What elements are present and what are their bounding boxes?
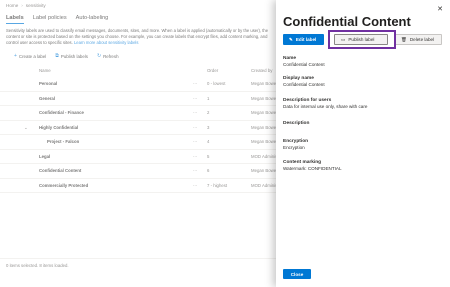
edit-label-text: Edit label bbox=[295, 37, 317, 42]
trash-icon: 🗑 bbox=[401, 36, 407, 42]
field-value: Encryption bbox=[283, 145, 305, 150]
field-value: Data for internal use only, share with c… bbox=[283, 104, 368, 109]
close-button[interactable]: Close bbox=[283, 269, 311, 279]
field-value: Confidential Content bbox=[283, 62, 325, 67]
field-value: Watermark: CONFIDENTIAL bbox=[283, 166, 342, 171]
field-value: Confidential Content bbox=[283, 82, 325, 87]
field-label: Description bbox=[283, 121, 310, 126]
field-encryption: Encryption Encryption bbox=[283, 139, 443, 151]
delete-label-button[interactable]: 🗑 Delete label bbox=[394, 34, 442, 45]
publish-highlight-box bbox=[328, 30, 396, 49]
delete-label-text: Delete label bbox=[409, 37, 435, 42]
pencil-icon: ✎ bbox=[289, 36, 293, 42]
field-display-name: Display name Confidential Content bbox=[283, 76, 443, 88]
field-content-marking: Content marking Watermark: CONFIDENTIAL bbox=[283, 160, 443, 172]
edit-label-button[interactable]: ✎ Edit label bbox=[283, 34, 324, 45]
panel-title: Confidential Content bbox=[283, 14, 411, 29]
close-icon[interactable]: ✕ bbox=[437, 5, 443, 13]
label-details-panel: ✕ Confidential Content ✎ Edit label ▭ Pu… bbox=[276, 0, 450, 287]
field-description-for-users: Description for users Data for internal … bbox=[283, 98, 443, 110]
field-name: Name Confidential Content bbox=[283, 56, 443, 68]
field-description: Description bbox=[283, 121, 443, 127]
